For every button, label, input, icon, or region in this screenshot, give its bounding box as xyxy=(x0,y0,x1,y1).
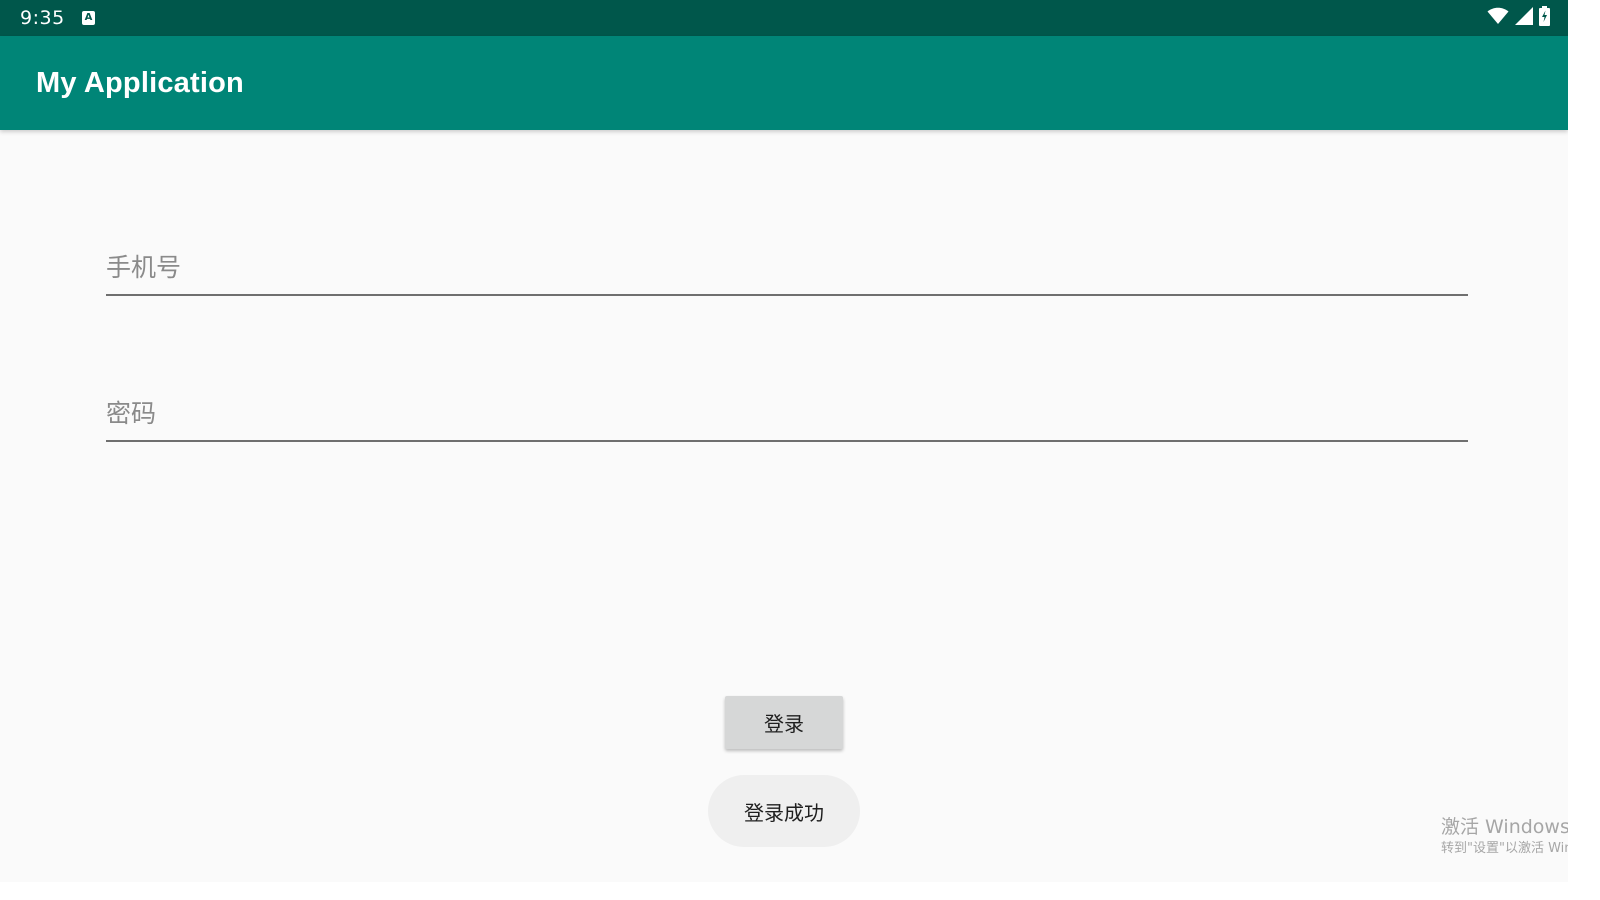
app-bar: My Application xyxy=(0,36,1568,130)
phone-input[interactable] xyxy=(106,240,1468,294)
windows-activation-watermark: 激活 Windows 转到"设置"以激活 Windows。 xyxy=(1441,814,1568,858)
android-screen: 9:35 A My Application 手机号 登录 登录成功 激活 Win… xyxy=(0,0,1568,882)
status-bar: 9:35 A xyxy=(0,0,1568,36)
status-time: 9:35 xyxy=(20,7,65,29)
toast-text: 登录成功 xyxy=(744,800,824,825)
cell-signal-icon xyxy=(1515,7,1533,29)
login-button[interactable]: 登录 xyxy=(725,696,843,749)
status-icons xyxy=(1487,6,1550,30)
phone-field[interactable] xyxy=(106,240,1468,296)
notification-a-icon: A xyxy=(82,11,95,25)
app-title: My Application xyxy=(36,67,244,99)
notification-a-letter: A xyxy=(84,12,93,23)
wifi-icon xyxy=(1487,7,1509,29)
watermark-line-2: 转到"设置"以激活 Windows。 xyxy=(1441,841,1568,856)
battery-charging-icon xyxy=(1539,6,1550,30)
watermark-line-1: 激活 Windows xyxy=(1441,816,1568,838)
password-field[interactable] xyxy=(106,386,1468,442)
toast-message: 登录成功 xyxy=(708,775,860,847)
password-input[interactable] xyxy=(106,386,1468,440)
